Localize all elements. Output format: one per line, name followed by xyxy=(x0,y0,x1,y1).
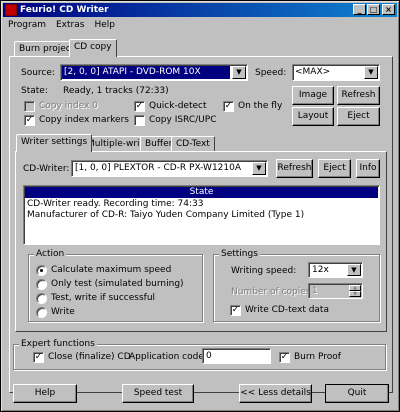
burn-proof-checkbox[interactable]: ✓ xyxy=(279,352,290,363)
chevron-down-icon[interactable]: ▼ xyxy=(347,264,361,276)
write-label: Write xyxy=(51,307,75,317)
image-button[interactable]: Image xyxy=(292,86,334,105)
less-details-button[interactable]: << Less details xyxy=(239,384,312,403)
minimize-button[interactable]: _ xyxy=(353,4,366,15)
app-code-label: Application code: xyxy=(129,352,207,362)
app-code-value: 0 xyxy=(206,351,212,361)
window-title: Feurio! CD Writer xyxy=(20,5,109,15)
refresh-source-button[interactable]: Refresh xyxy=(337,86,380,105)
write-cdtext-label: Write CD-text data xyxy=(245,305,329,315)
close-cd-checkbox[interactable]: ✓ xyxy=(33,352,44,363)
action-title: Action xyxy=(34,249,67,259)
help-button[interactable]: Help xyxy=(13,384,77,403)
writing-speed-value: 12x xyxy=(312,265,329,275)
copy-index0-label: Copy index 0 xyxy=(39,101,98,111)
state-line-1: CD-Writer ready. Recording time: 74:33 xyxy=(27,199,204,209)
eject-source-button[interactable]: Eject xyxy=(337,107,380,126)
menu-extras[interactable]: Extras xyxy=(51,18,89,32)
chevron-down-icon[interactable]: ▼ xyxy=(252,162,266,175)
source-select[interactable]: [2, 0, 0] ATAPI - DVD-ROM 10X ▼ xyxy=(60,64,248,81)
radio-calc-max-speed[interactable] xyxy=(36,265,47,276)
copies-value: 1 xyxy=(312,286,318,296)
stepper-down-icon: ▼ xyxy=(349,291,361,297)
speed-test-button[interactable]: Speed test xyxy=(122,384,194,403)
menu-help[interactable]: Help xyxy=(89,18,120,32)
app-code-input[interactable]: 0 xyxy=(202,348,271,364)
cd-writer-value: [1, 0, 0] PLEXTOR - CD-R PX-W1210A xyxy=(75,163,242,173)
copies-stepper: 1 ▲ ▼ xyxy=(308,283,363,299)
app-window: Feurio! CD Writer _ □ × Program Extras H… xyxy=(0,0,400,412)
expert-title: Expert functions xyxy=(19,339,97,349)
speed-label: Speed: xyxy=(255,68,287,78)
only-test-label: Only test (simulated burning) xyxy=(51,279,184,289)
quick-detect-label: Quick-detect xyxy=(149,101,207,111)
cd-writer-label: CD-Writer: xyxy=(23,164,70,174)
on-the-fly-label: On the fly xyxy=(238,101,283,111)
radio-only-test[interactable] xyxy=(36,279,47,290)
menu-program[interactable]: Program xyxy=(3,18,51,32)
state-value: Ready, 1 tracks (72:33) xyxy=(63,86,169,96)
copy-isrc-label: Copy ISRC/UPC xyxy=(149,115,217,125)
title-bar[interactable]: Feurio! CD Writer _ □ × xyxy=(3,3,397,17)
state-label: State: xyxy=(21,86,48,96)
eject-writer-button[interactable]: Eject xyxy=(318,159,351,178)
layout-button[interactable]: Layout xyxy=(292,107,334,126)
quick-detect-checkbox[interactable]: ✓ xyxy=(134,101,145,112)
calc-max-speed-label: Calculate maximum speed xyxy=(51,265,172,275)
tab-cd-text[interactable]: CD-Text xyxy=(171,136,215,152)
write-cdtext-checkbox[interactable]: ✓ xyxy=(230,305,241,316)
radio-write[interactable] xyxy=(36,307,47,318)
app-icon xyxy=(5,4,17,16)
speed-select[interactable]: <MAX> ▼ xyxy=(292,64,380,81)
close-cd-label: Close (finalize) CD xyxy=(48,352,131,362)
copies-label: Number of copies: xyxy=(231,287,314,297)
cd-writer-select[interactable]: [1, 0, 0] PLEXTOR - CD-R PX-W1210A ▼ xyxy=(71,160,268,177)
writing-speed-label: Writing speed: xyxy=(231,266,297,276)
radio-test-write[interactable] xyxy=(36,293,47,304)
refresh-writer-button[interactable]: Refresh xyxy=(276,159,313,178)
menu-bar: Program Extras Help xyxy=(3,18,120,32)
state-box: State CD-Writer ready. Recording time: 7… xyxy=(23,185,380,245)
chevron-down-icon[interactable]: ▼ xyxy=(364,66,378,79)
copy-index-markers-checkbox[interactable]: ✓ xyxy=(24,115,35,126)
source-label: Source: xyxy=(21,68,55,78)
settings-title: Settings xyxy=(219,249,260,259)
info-button[interactable]: Info xyxy=(356,159,380,178)
quit-button[interactable]: Quit xyxy=(325,384,389,403)
source-value: [2, 0, 0] ATAPI - DVD-ROM 10X xyxy=(62,66,230,79)
copy-index0-checkbox xyxy=(24,101,35,112)
state-header: State xyxy=(25,187,378,198)
copy-index-markers-label: Copy index markers xyxy=(39,115,129,125)
copy-isrc-checkbox[interactable] xyxy=(134,115,145,126)
burn-proof-label: Burn Proof xyxy=(294,352,341,362)
writing-speed-select[interactable]: 12x ▼ xyxy=(308,262,363,278)
test-write-label: Test, write if successful xyxy=(51,293,156,303)
tab-cd-copy[interactable]: CD copy xyxy=(69,39,117,57)
state-line-2: Manufacturer of CD-R: Taiyo Yuden Compan… xyxy=(27,210,305,220)
maximize-button[interactable]: □ xyxy=(367,4,380,15)
close-button[interactable]: × xyxy=(382,4,395,15)
on-the-fly-checkbox[interactable]: ✓ xyxy=(223,101,234,112)
speed-value: <MAX> xyxy=(295,67,331,77)
tab-writer-settings[interactable]: Writer settings xyxy=(16,134,93,152)
chevron-down-icon[interactable]: ▼ xyxy=(232,66,246,79)
